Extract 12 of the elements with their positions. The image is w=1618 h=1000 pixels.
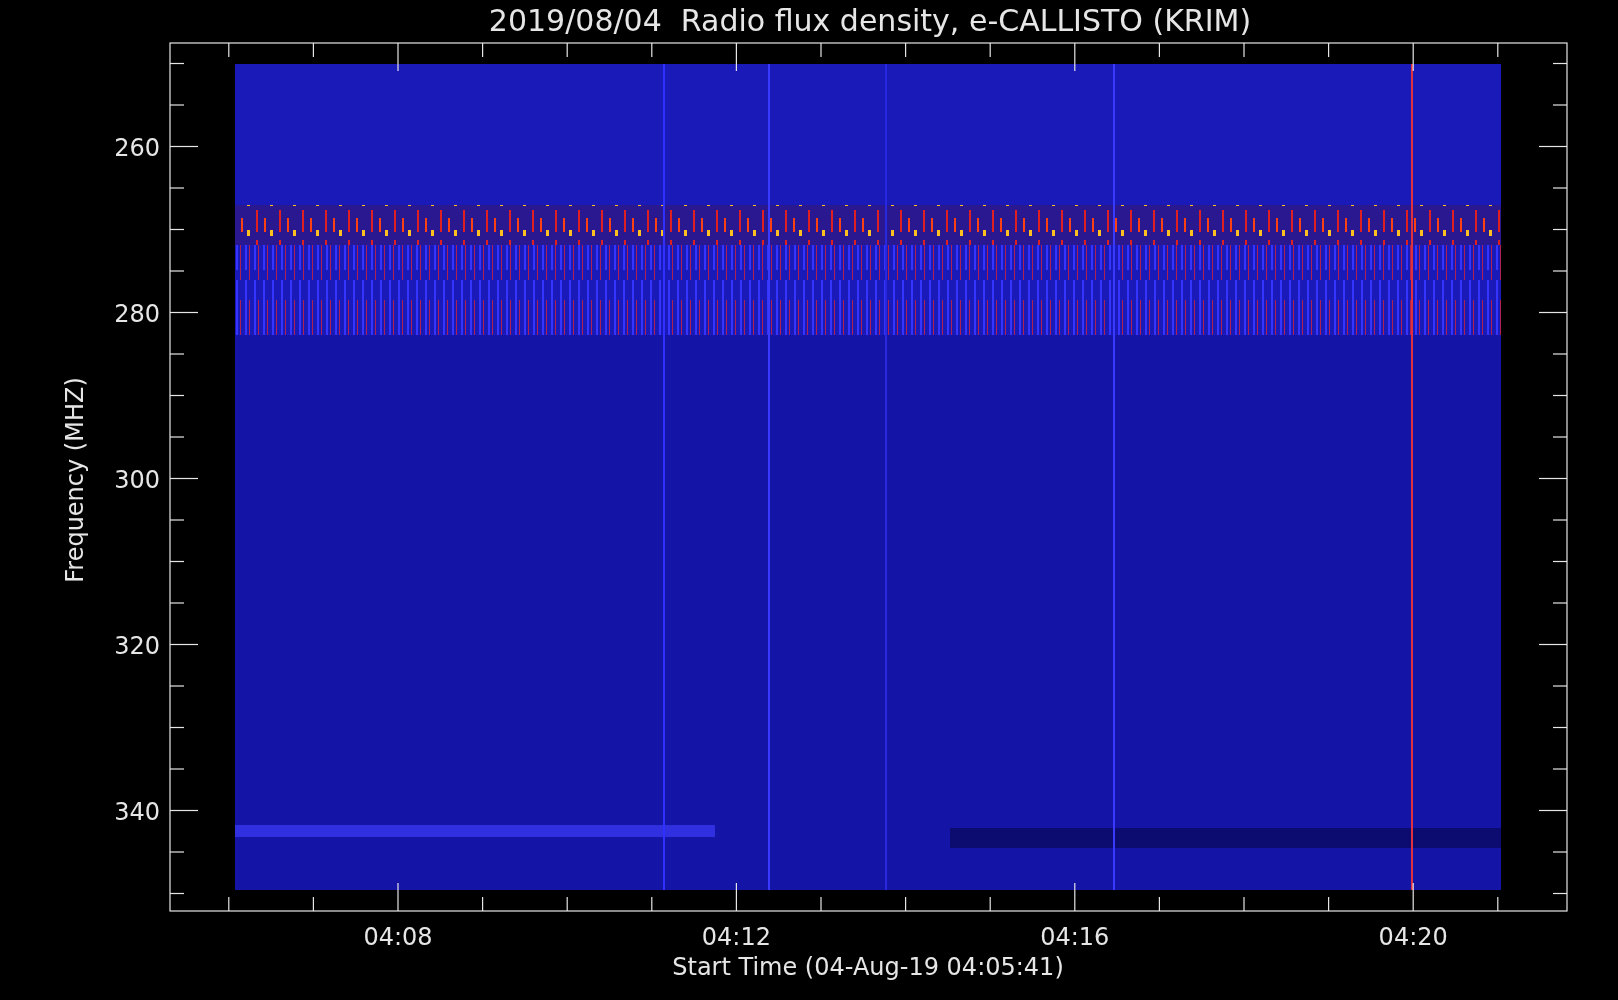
tick-label: 280 — [114, 299, 160, 328]
tick-label: 320 — [114, 631, 160, 660]
tick-label: 300 — [114, 465, 160, 494]
tick-label: 04:12 — [701, 923, 771, 951]
tick-label: 340 — [114, 797, 160, 826]
axis-title: Frequency (MHZ) — [61, 377, 89, 583]
tick-label: 04:20 — [1378, 923, 1448, 951]
plot-title: 2019/08/04 Radio flux density, e-CALLISTO (KRIM) — [488, 3, 1252, 38]
axis-title: Start Time (04-Aug-19 04:05:41) — [672, 953, 1064, 981]
tick-label: 04:08 — [363, 923, 433, 951]
tick-label: 260 — [114, 133, 160, 162]
tick-label: 04:16 — [1040, 923, 1110, 951]
